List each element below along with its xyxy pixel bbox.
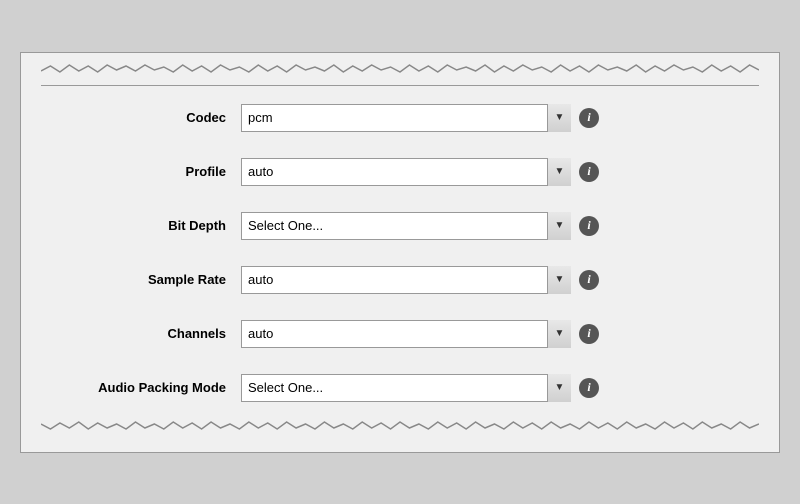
control-wrapper-sample-rate: auto441004800096000▼ i <box>241 266 759 294</box>
control-wrapper-codec: pcmaacmp3ac3▼ i <box>241 104 759 132</box>
select-wrapper-bit-depth: Select One...8162432▼ <box>241 212 571 240</box>
select-profile[interactable]: autolowhigh <box>241 158 571 186</box>
jagged-top-decoration <box>41 63 759 75</box>
label-profile: Profile <box>41 164 241 179</box>
select-wrapper-audio-packing-mode: Select One...packedunpacked▼ <box>241 374 571 402</box>
select-wrapper-profile: autolowhigh▼ <box>241 158 571 186</box>
select-audio-packing-mode[interactable]: Select One...packedunpacked <box>241 374 571 402</box>
control-wrapper-profile: autolowhigh▼ i <box>241 158 759 186</box>
control-wrapper-bit-depth: Select One...8162432▼ i <box>241 212 759 240</box>
form-row-sample-rate: Sample Rateauto441004800096000▼ i <box>41 258 759 302</box>
panel-title <box>41 79 759 86</box>
info-icon-channels[interactable]: i <box>579 324 599 344</box>
form-row-audio-packing-mode: Audio Packing ModeSelect One...packedunp… <box>41 366 759 410</box>
info-icon-sample-rate[interactable]: i <box>579 270 599 290</box>
form-row-profile: Profileautolowhigh▼ i <box>41 150 759 194</box>
select-wrapper-channels: auto126▼ <box>241 320 571 348</box>
label-codec: Codec <box>41 110 241 125</box>
form-fields: Codecpcmaacmp3ac3▼iProfileautolowhigh▼iB… <box>41 96 759 410</box>
label-sample-rate: Sample Rate <box>41 272 241 287</box>
select-codec[interactable]: pcmaacmp3ac3 <box>241 104 571 132</box>
select-bit-depth[interactable]: Select One...8162432 <box>241 212 571 240</box>
select-wrapper-sample-rate: auto441004800096000▼ <box>241 266 571 294</box>
info-icon-profile[interactable]: i <box>579 162 599 182</box>
label-bit-depth: Bit Depth <box>41 218 241 233</box>
info-icon-bit-depth[interactable]: i <box>579 216 599 236</box>
control-wrapper-channels: auto126▼ i <box>241 320 759 348</box>
jagged-bottom-decoration <box>41 420 759 432</box>
select-channels[interactable]: auto126 <box>241 320 571 348</box>
select-wrapper-codec: pcmaacmp3ac3▼ <box>241 104 571 132</box>
info-icon-audio-packing-mode[interactable]: i <box>579 378 599 398</box>
form-row-codec: Codecpcmaacmp3ac3▼ i <box>41 96 759 140</box>
control-wrapper-audio-packing-mode: Select One...packedunpacked▼ i <box>241 374 759 402</box>
form-row-channels: Channelsauto126▼ i <box>41 312 759 356</box>
form-row-bit-depth: Bit DepthSelect One...8162432▼ i <box>41 204 759 248</box>
audio-panel: Codecpcmaacmp3ac3▼iProfileautolowhigh▼iB… <box>20 52 780 453</box>
label-channels: Channels <box>41 326 241 341</box>
info-icon-codec[interactable]: i <box>579 108 599 128</box>
label-audio-packing-mode: Audio Packing Mode <box>41 380 241 395</box>
select-sample-rate[interactable]: auto441004800096000 <box>241 266 571 294</box>
